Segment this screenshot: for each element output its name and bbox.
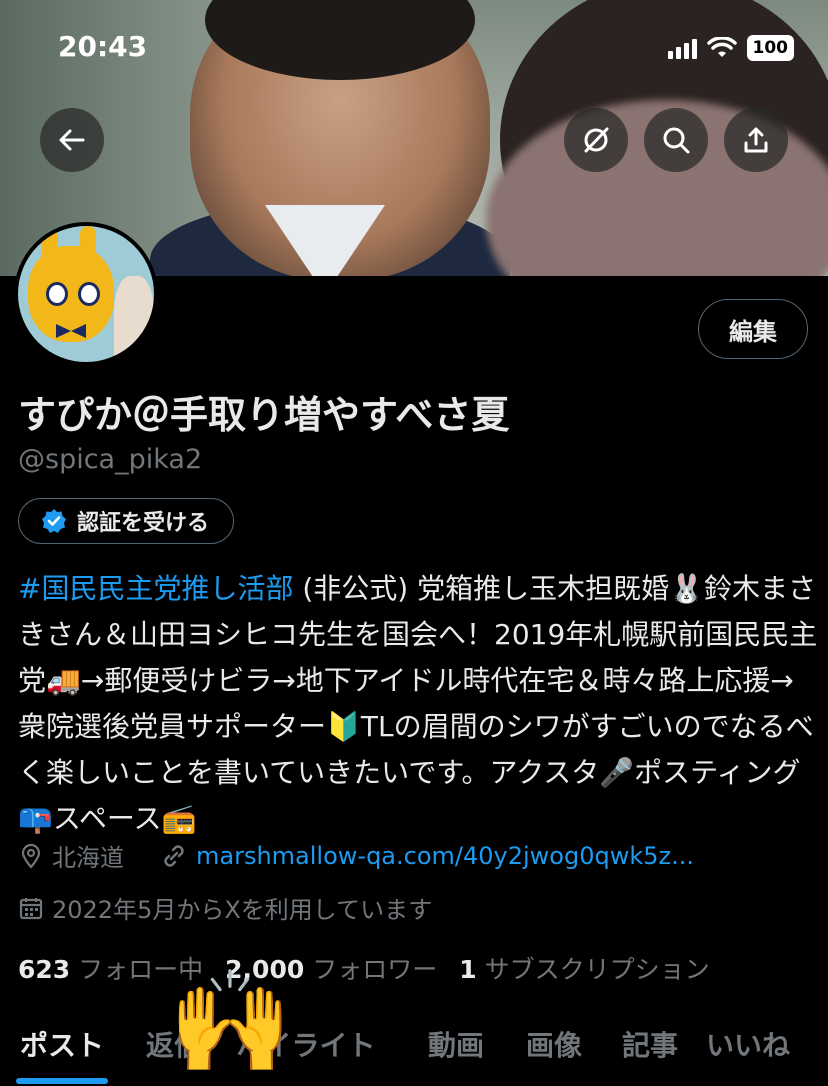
follow-stats: 623 フォロー中 2,000 フォロワー 1 サブスクリプション — [18, 950, 710, 986]
profile-website-link[interactable]: marshmallow-qa.com/40y2jwog0qwk5z... — [196, 842, 694, 870]
get-verified-label: 認証を受ける — [77, 511, 210, 536]
bio-text: (非公式) 党箱推し玉木担既婚🐰鈴木まさきさん＆山田ヨシヒコ先生を国会へ！201… — [18, 572, 818, 835]
wifi-icon — [706, 37, 737, 57]
location-text: 北海道 — [52, 844, 124, 872]
raised-hands-overlay: 🙌 — [168, 972, 293, 1072]
share-button[interactable] — [724, 108, 788, 172]
avatar[interactable] — [14, 222, 158, 366]
avatar-person — [114, 276, 154, 362]
tab-articles[interactable]: 記事 — [622, 1018, 678, 1064]
cellular-signal-icon — [667, 37, 697, 59]
share-icon — [744, 127, 768, 153]
tab-images[interactable]: 画像 — [526, 1018, 582, 1064]
followers-label: フォロワー — [312, 955, 438, 984]
tab-posts[interactable]: ポスト — [15, 1018, 109, 1084]
status-icons: 100 — [667, 35, 794, 61]
following-count: 623 — [18, 955, 71, 984]
display-name: すぴか＠手取り増やすべさ夏 — [18, 393, 510, 437]
link-icon — [164, 844, 184, 867]
bio-hashtag-link[interactable]: #国民民主党推し活部 — [18, 572, 293, 605]
user-handle: @spica_pika2 — [18, 444, 203, 475]
joined-date-text: 2022年5月からXを利用しています — [52, 896, 433, 924]
grok-icon — [584, 127, 609, 153]
tab-likes[interactable]: いいね — [706, 1018, 790, 1064]
mascot-eye-right — [78, 282, 100, 306]
profile-bio: #国民民主党推し活部 (非公式) 党箱推し玉木担既婚🐰鈴木まさきさん＆山田ヨシヒ… — [18, 566, 818, 842]
tab-videos[interactable]: 動画 — [428, 1018, 484, 1064]
raised-hand-left-emoji: 🙌 — [168, 963, 293, 1080]
subscriptions-link[interactable]: 1 サブスクリプション — [459, 950, 709, 986]
status-time: 20:43 — [58, 30, 148, 63]
battery-indicator: 100 — [746, 35, 794, 61]
grok-button[interactable] — [564, 108, 628, 172]
mascot-body — [28, 246, 114, 342]
calendar-icon — [19, 897, 43, 919]
profile-meta-location-link: 北海道 marshmallow-qa.com/40y2jwog0qwk5z... — [18, 838, 694, 873]
profile-meta-joined: 2022年5月からXを利用しています — [18, 890, 432, 925]
subscriptions-count: 1 — [459, 955, 477, 984]
search-button[interactable] — [644, 108, 708, 172]
profile-tabs: ポスト 返信 ハイライト 動画 画像 記事 いいね — [0, 1018, 828, 1086]
subscriptions-label: サブスクリプション — [484, 955, 710, 984]
mascot-eye-left — [46, 282, 68, 306]
arrow-left-icon — [59, 129, 85, 151]
get-verified-button[interactable]: 認証を受ける — [18, 498, 235, 544]
location-pin-icon — [21, 843, 41, 869]
back-button[interactable] — [40, 108, 104, 172]
search-icon — [663, 127, 690, 154]
verified-badge-icon — [42, 509, 66, 533]
edit-profile-button[interactable]: 編集 — [698, 299, 808, 359]
